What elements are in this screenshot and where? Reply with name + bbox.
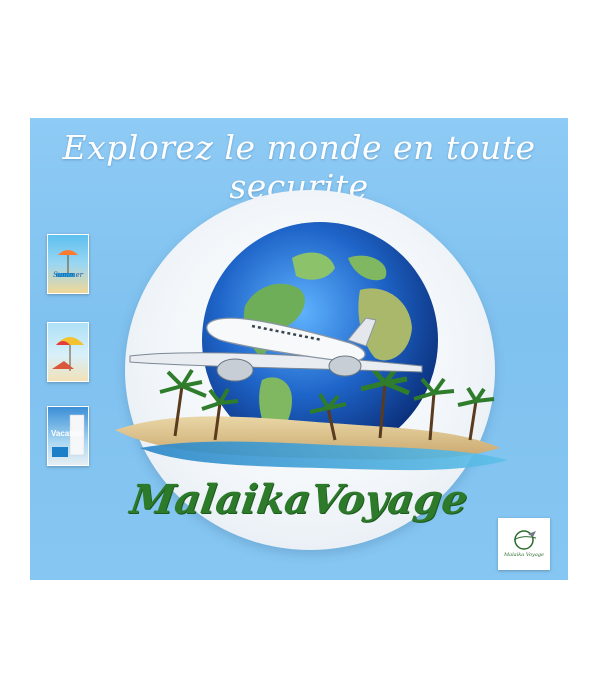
beach-chair-umbrella-icon (56, 250, 78, 277)
poster: Explorez le monde en toute securite Summ… (30, 118, 568, 580)
thumbnail-caption: Summer (52, 271, 84, 279)
logo-card[interactable]: Malaika Voyage (498, 518, 550, 570)
thumbnail-caption: Vacation (51, 429, 84, 438)
thumbnail-vacation[interactable]: Vacation (47, 406, 89, 466)
brand-name: MalaikaVoyage (127, 476, 471, 523)
globe-plane-icon (513, 530, 537, 550)
thumbnail-summer[interactable]: Summer (47, 234, 89, 294)
beach-umbrella-palm-icon (52, 337, 84, 371)
thumbnail-beach[interactable] (47, 322, 89, 382)
logo-text: Malaika Voyage (503, 552, 544, 558)
